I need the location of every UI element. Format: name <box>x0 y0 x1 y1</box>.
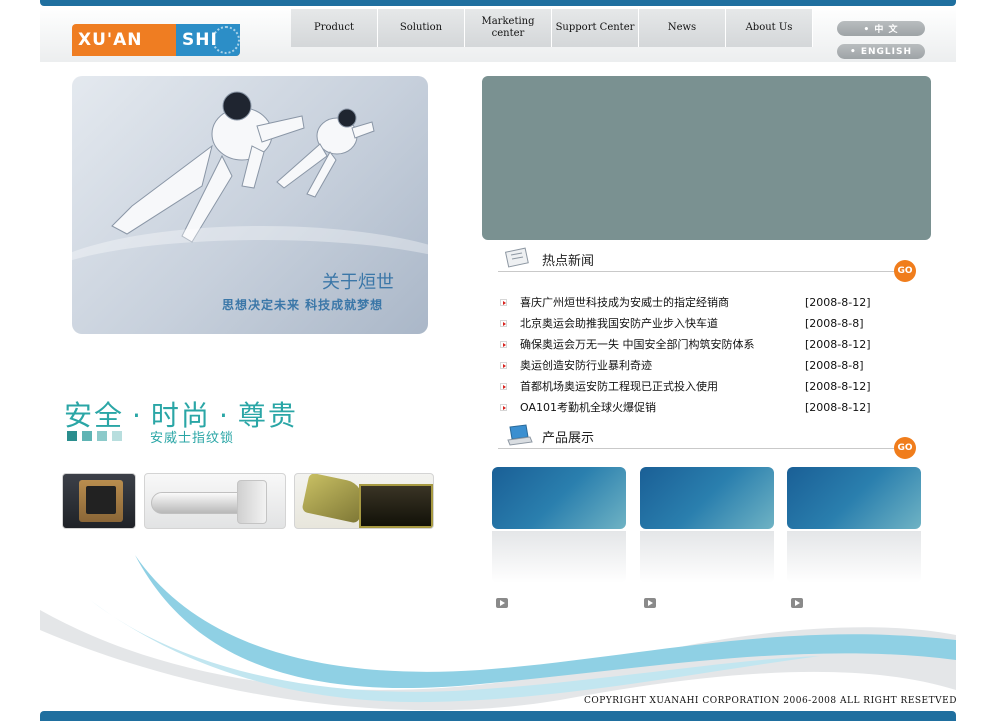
square <box>67 431 77 441</box>
lock-thumb-handle[interactable] <box>144 473 286 529</box>
lang-english-button[interactable]: • ENGLISH <box>837 44 925 59</box>
news-title: 北京奥运会助推我国安防产业步入快车道 <box>520 317 718 330</box>
gold-lock-body-image <box>359 484 433 528</box>
product-thumbnail[interactable] <box>492 467 626 529</box>
newspaper-icon <box>504 247 529 268</box>
lang-chinese-button[interactable]: • 中 文 <box>837 21 925 36</box>
nav-news[interactable]: News <box>639 9 726 47</box>
hero-slogan: 思想决定未来 科技成就梦想 <box>222 298 384 312</box>
arrow-bullet-icon <box>500 362 507 369</box>
news-item[interactable]: 北京奥运会助推我国安防产业步入快车道 [2008-8-8] <box>498 313 878 334</box>
nav-support-center[interactable]: Support Center <box>552 9 639 47</box>
slogan-separator: · <box>132 399 143 432</box>
feature-panel <box>482 76 931 240</box>
arrow-bullet-icon <box>500 341 507 348</box>
lock-thumb-gold[interactable] <box>294 473 434 529</box>
news-date: [2008-8-12] <box>805 296 871 309</box>
bottom-border-bar <box>40 711 956 721</box>
nav-about-us[interactable]: About Us <box>726 9 813 47</box>
products-go-button[interactable]: GO <box>894 437 916 459</box>
news-item[interactable]: 首都机场奥运安防工程现已正式投入使用 [2008-8-12] <box>498 376 878 397</box>
handle-image <box>151 492 247 514</box>
hero-banner[interactable]: 关于烜世 思想决定未来 科技成就梦想 <box>72 76 428 334</box>
product-thumbnail[interactable] <box>640 467 774 529</box>
news-date: [2008-8-8] <box>805 359 864 372</box>
astronaut-large <box>111 91 305 243</box>
news-item[interactable]: 奥运创造安防行业暴利奇迹 [2008-8-8] <box>498 355 878 376</box>
news-divider <box>498 271 898 272</box>
square <box>112 431 122 441</box>
products-section-header: 产品展示 GO <box>498 423 916 459</box>
products-heading: 产品展示 <box>542 431 595 446</box>
news-date: [2008-8-12] <box>805 380 871 393</box>
main-nav: Product Solution Marketing center Suppor… <box>291 9 813 47</box>
laptop-icon <box>507 424 533 446</box>
square <box>97 431 107 441</box>
products-divider <box>498 448 898 449</box>
arrow-bullet-icon <box>500 299 507 306</box>
news-item[interactable]: OA101考勤机全球火爆促销 [2008-8-12] <box>498 397 878 418</box>
news-heading: 热点新闻 <box>542 254 595 269</box>
gold-handle-image <box>301 474 367 524</box>
logo-text-xuan: XU'AN <box>78 30 143 50</box>
square <box>82 431 92 441</box>
decorative-squares <box>67 431 122 441</box>
news-title: 首都机场奥运安防工程现已正式投入使用 <box>520 380 718 393</box>
news-go-button[interactable]: GO <box>894 260 916 282</box>
fingerprint-icon <box>212 26 240 54</box>
keypad-lock-image <box>79 480 123 522</box>
copyright-text: COPYRIGHT XUANAHI CORPORATION 2006-2008 … <box>584 696 957 706</box>
nav-marketing-center[interactable]: Marketing center <box>465 9 552 47</box>
lock-thumb-keypad[interactable] <box>62 473 136 529</box>
promo-subtitle: 安威士指纹锁 <box>150 431 235 446</box>
nav-product[interactable]: Product <box>291 9 378 47</box>
arrow-bullet-icon <box>500 383 507 390</box>
news-list: 喜庆广州烜世科技成为安威士的指定经销商 [2008-8-12] 北京奥运会助推我国… <box>498 292 878 418</box>
hero-title: 关于烜世 <box>322 272 394 293</box>
slogan-word-noble: 尊贵 <box>237 399 298 432</box>
news-date: [2008-8-8] <box>805 317 864 330</box>
product-thumbnail[interactable] <box>787 467 921 529</box>
arrow-bullet-icon <box>500 404 507 411</box>
news-item[interactable]: 确保奥运会万无一失 中国安全部门构筑安防体系 [2008-8-12] <box>498 334 878 355</box>
news-title: OA101考勤机全球火爆促销 <box>520 401 656 414</box>
news-title: 确保奥运会万无一失 中国安全部门构筑安防体系 <box>520 338 755 351</box>
lock-plate-image <box>237 480 267 524</box>
news-date: [2008-8-12] <box>805 338 871 351</box>
news-title: 喜庆广州烜世科技成为安威士的指定经销商 <box>520 296 729 309</box>
news-item[interactable]: 喜庆广州烜世科技成为安威士的指定经销商 [2008-8-12] <box>498 292 878 313</box>
nav-solution[interactable]: Solution <box>378 9 465 47</box>
news-date: [2008-8-12] <box>805 401 871 414</box>
arrow-bullet-icon <box>500 320 507 327</box>
site-logo[interactable]: XU'AN SHI <box>72 24 240 56</box>
slogan-word-safety: 安全 <box>64 399 125 432</box>
news-title: 奥运创造安防行业暴利奇迹 <box>520 359 652 372</box>
decorative-waves <box>40 555 956 711</box>
news-section-header: 热点新闻 GO <box>498 246 916 282</box>
